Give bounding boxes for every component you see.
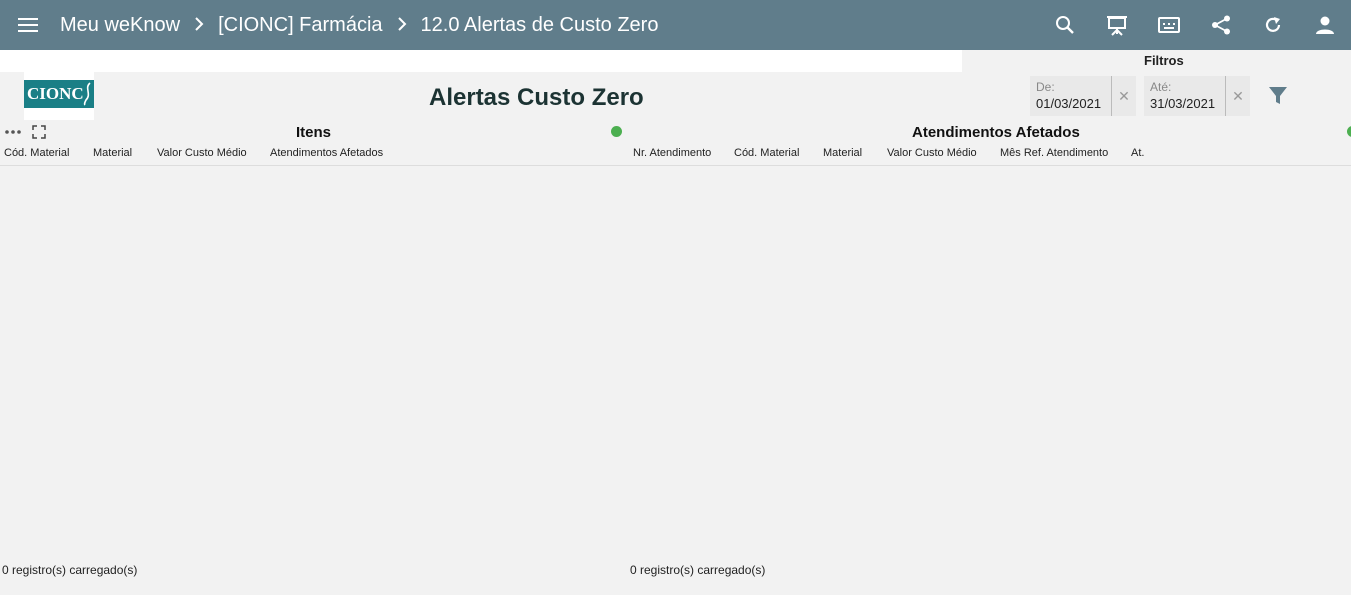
hamburger-icon	[18, 18, 38, 32]
column-header[interactable]: Cód. Material	[734, 147, 799, 159]
breadcrumb-current: 12.0 Alertas de Custo Zero	[420, 13, 659, 36]
keyboard-icon	[1158, 17, 1180, 33]
column-header[interactable]: Valor Custo Médio	[157, 147, 247, 159]
date-to-value[interactable]: 31/03/2021	[1150, 96, 1215, 111]
filter-button[interactable]	[1267, 86, 1289, 111]
fullscreen-icon[interactable]	[32, 125, 46, 139]
share-icon	[1212, 15, 1230, 35]
clear-from-date-icon[interactable]: ✕	[1111, 76, 1136, 116]
breadcrumb: Meu weKnow [CIONC] Farmácia 12.0 Alertas…	[60, 14, 658, 37]
column-header[interactable]: Material	[823, 147, 862, 159]
column-header[interactable]: Mês Ref. Atendimento	[1000, 147, 1108, 159]
status-indicator-itens	[611, 126, 622, 137]
top-bar: Meu weKnow [CIONC] Farmácia 12.0 Alertas…	[0, 0, 1351, 50]
user-icon	[1316, 16, 1334, 34]
refresh-icon	[1265, 17, 1281, 32]
presentation-button[interactable]	[1091, 0, 1143, 50]
presentation-icon	[1107, 16, 1127, 36]
panel-title-atendimentos: Atendimentos Afetados	[912, 124, 1080, 141]
panel-tools	[4, 125, 46, 139]
column-header[interactable]: Cód. Material	[4, 147, 69, 159]
status-indicator-atendimentos	[1347, 126, 1351, 137]
keyboard-button[interactable]	[1143, 0, 1195, 50]
date-from-label: De:	[1036, 80, 1055, 94]
column-header[interactable]: Valor Custo Médio	[887, 147, 977, 159]
column-header[interactable]: Atendimentos Afetados	[270, 147, 383, 159]
date-from-field[interactable]: De: 01/03/2021 ✕	[1030, 76, 1136, 116]
breadcrumb-home[interactable]: Meu weKnow	[60, 14, 180, 37]
search-icon	[1056, 16, 1074, 34]
header-strip	[0, 50, 962, 72]
column-header[interactable]: At.	[1131, 147, 1144, 159]
chevron-right-icon	[397, 15, 407, 36]
more-options-icon[interactable]	[4, 129, 22, 135]
user-button[interactable]	[1299, 0, 1351, 50]
search-button[interactable]	[1039, 0, 1091, 50]
menu-button[interactable]	[0, 0, 56, 50]
clear-to-date-icon[interactable]: ✕	[1225, 76, 1250, 116]
filters-title: Filtros	[1144, 53, 1184, 68]
header-divider	[0, 165, 1351, 166]
filter-icon	[1269, 87, 1287, 104]
chevron-right-icon	[194, 15, 204, 36]
records-count-atendimentos: 0 registro(s) carregado(s)	[630, 563, 766, 577]
toolbar-actions	[1039, 0, 1351, 50]
records-count-itens: 0 registro(s) carregado(s)	[2, 563, 138, 577]
logo: CIONC	[24, 72, 94, 120]
breadcrumb-folder[interactable]: [CIONC] Farmácia	[218, 14, 382, 37]
column-header[interactable]: Material	[93, 147, 132, 159]
page-title: Alertas Custo Zero	[429, 84, 644, 111]
panel-title-itens: Itens	[296, 124, 332, 141]
refresh-button[interactable]	[1247, 0, 1299, 50]
column-header[interactable]: Nr. Atendimento	[633, 147, 711, 159]
date-to-field[interactable]: Até: 31/03/2021 ✕	[1144, 76, 1250, 116]
date-to-label: Até:	[1150, 80, 1172, 94]
logo-mark	[83, 82, 91, 106]
share-button[interactable]	[1195, 0, 1247, 50]
date-from-value[interactable]: 01/03/2021	[1036, 96, 1101, 111]
